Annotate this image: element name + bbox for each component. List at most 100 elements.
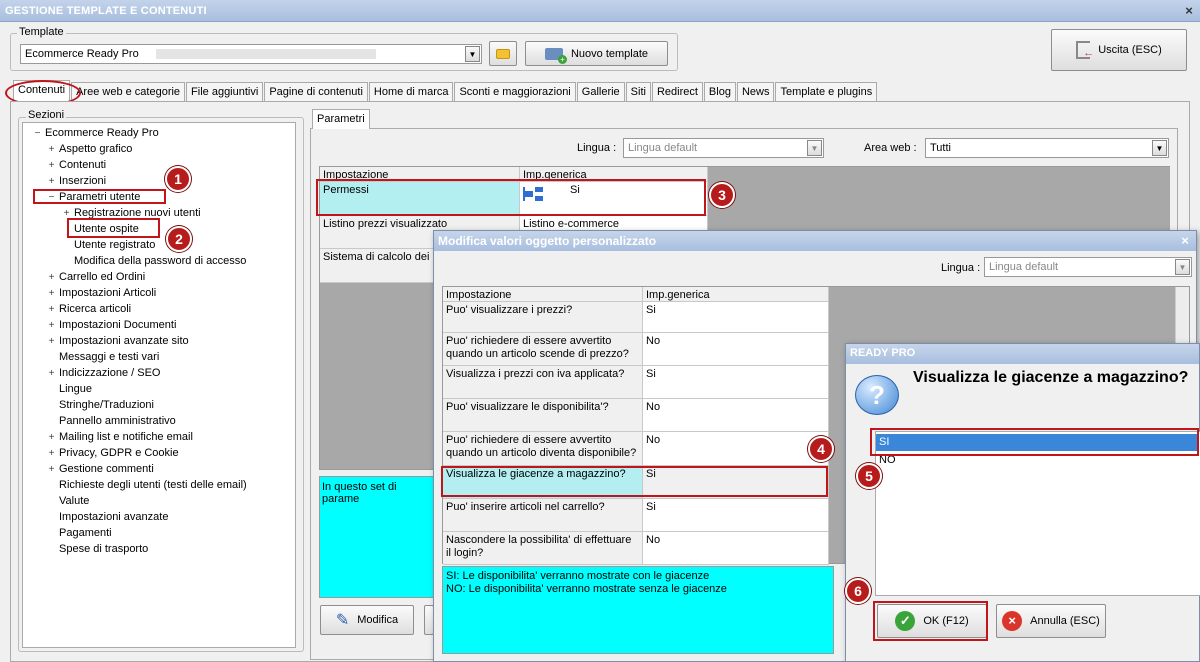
tab-blog[interactable]: Blog: [703, 82, 736, 102]
tab-gallerie[interactable]: Gallerie: [576, 82, 625, 102]
expand-icon[interactable]: +: [47, 464, 56, 475]
ready-question: Visualizza le giacenze a magazzino?: [913, 369, 1189, 386]
option-no[interactable]: NO: [879, 454, 896, 466]
template-select-value: Ecommerce Ready Pro: [25, 48, 139, 60]
tab-siti[interactable]: Siti: [625, 82, 651, 102]
tree-item[interactable]: Modifica della password di accesso: [62, 255, 246, 267]
tree-item[interactable]: Impostazioni avanzate: [47, 511, 168, 523]
tree-item[interactable]: + Gestione commenti: [47, 463, 154, 475]
cancel-icon: ×: [1002, 611, 1023, 631]
custom-row-name[interactable]: Nascondere la possibilita' di effettuare…: [443, 532, 643, 565]
tree-item[interactable]: Pannello amministrativo: [47, 415, 176, 427]
tab-redirect[interactable]: Redirect: [651, 82, 703, 102]
tab-sconti[interactable]: Sconti e maggiorazioni: [454, 82, 576, 102]
collapse-icon[interactable]: −: [33, 128, 42, 139]
tree-item[interactable]: Messaggi e testi vari: [47, 351, 159, 363]
custom-row-value[interactable]: Si: [643, 302, 829, 333]
new-template-button[interactable]: + Nuovo template: [525, 41, 668, 66]
tab-parametri[interactable]: Parametri: [312, 109, 370, 129]
tree-item[interactable]: Spese di trasporto: [47, 543, 148, 555]
tree-item[interactable]: Stringhe/Traduzioni: [47, 399, 154, 411]
chevron-down-icon[interactable]: ▼: [465, 46, 480, 62]
options-list[interactable]: SI NO: [875, 431, 1200, 596]
tree-item[interactable]: Valute: [47, 495, 89, 507]
expand-icon[interactable]: −: [47, 192, 56, 203]
chevron-down-icon[interactable]: ▼: [1175, 259, 1190, 275]
expand-icon[interactable]: +: [47, 368, 56, 379]
tree-item[interactable]: Richieste degli utenti (testi delle emai…: [47, 479, 247, 491]
chevron-down-icon[interactable]: ▼: [807, 140, 822, 156]
chevron-down-icon[interactable]: ▼: [1152, 140, 1167, 156]
close-icon[interactable]: ×: [1178, 234, 1192, 248]
tree-item[interactable]: + Ricerca articoli: [47, 303, 132, 315]
tree-item[interactable]: Utente ospite: [62, 223, 139, 235]
tree-item[interactable]: + Aspetto grafico: [47, 143, 133, 155]
expand-icon[interactable]: +: [47, 288, 56, 299]
custom-row-name[interactable]: Puo' richiedere di essere avvertito quan…: [443, 432, 643, 466]
custom-row-name[interactable]: Puo' visualizzare le disponibilita'?: [443, 399, 643, 432]
tab-template-plugins[interactable]: Template e plugins: [775, 82, 878, 102]
tree-item[interactable]: + Contenuti: [47, 159, 107, 171]
tree-item[interactable]: + Mailing list e notifiche email: [47, 431, 193, 443]
area-web-label: Area web :: [864, 142, 917, 154]
expand-icon[interactable]: +: [47, 160, 56, 171]
custom-row-value[interactable]: Si: [643, 466, 829, 499]
custom-col-impgenerica: Imp.generica: [643, 287, 829, 302]
tree-item[interactable]: + Privacy, GDPR e Cookie: [47, 447, 179, 459]
custom-row-value[interactable]: No: [643, 399, 829, 432]
expand-icon[interactable]: +: [47, 432, 56, 443]
tab-pagine-contenuti[interactable]: Pagine di contenuti: [264, 82, 368, 102]
tree-item[interactable]: + Registrazione nuovi utenti: [62, 207, 201, 219]
expand-icon[interactable]: +: [47, 448, 56, 459]
tree-item[interactable]: + Impostazioni Articoli: [47, 287, 157, 299]
tab-home-marca[interactable]: Home di marca: [368, 82, 454, 102]
custom-row-value[interactable]: No: [643, 333, 829, 366]
dialog-lingua-select[interactable]: Lingua default ▼: [984, 257, 1192, 277]
custom-row-value[interactable]: No: [643, 532, 829, 565]
tree-item-label: Indicizzazione / SEO: [59, 367, 161, 379]
tree-item-label: Pannello amministrativo: [59, 415, 176, 427]
tab-aree-web[interactable]: Aree web e categorie: [71, 82, 186, 102]
new-template-label: Nuovo template: [570, 47, 649, 60]
tree-item[interactable]: + Impostazioni Documenti: [47, 319, 177, 331]
tree-item[interactable]: Lingue: [47, 383, 92, 395]
option-si[interactable]: SI: [876, 434, 1199, 451]
tree-item[interactable]: Utente registrato: [62, 239, 155, 251]
params-row-permessi-value[interactable]: Si: [520, 182, 708, 216]
tree-item[interactable]: Pagamenti: [47, 527, 112, 539]
tree-item[interactable]: + Carrello ed Ordini: [47, 271, 146, 283]
area-web-select[interactable]: Tutti ▼: [925, 138, 1169, 158]
custom-row-name[interactable]: Puo' richiedere di essere avvertito quan…: [443, 333, 643, 366]
expand-icon[interactable]: +: [47, 272, 56, 283]
tab-news[interactable]: News: [736, 82, 775, 102]
tree-root[interactable]: − Ecommerce Ready Pro: [33, 127, 159, 139]
custom-row-value[interactable]: Si: [643, 499, 829, 532]
template-folder-button[interactable]: [489, 41, 517, 66]
close-icon[interactable]: ×: [1182, 4, 1196, 18]
custom-row-value[interactable]: No: [643, 432, 829, 466]
tree-item[interactable]: + Indicizzazione / SEO: [47, 367, 161, 379]
exit-button[interactable]: ← Uscita (ESC): [1051, 29, 1187, 71]
expand-icon[interactable]: +: [47, 320, 56, 331]
expand-icon[interactable]: +: [47, 304, 56, 315]
params-col-impgenerica: Imp.generica: [520, 167, 708, 182]
expand-icon[interactable]: +: [47, 144, 56, 155]
template-select[interactable]: Ecommerce Ready Pro ▼: [20, 44, 482, 64]
custom-row-value[interactable]: Si: [643, 366, 829, 399]
expand-icon[interactable]: +: [47, 336, 56, 347]
custom-row-name[interactable]: Visualizza i prezzi con iva applicata?: [443, 366, 643, 399]
custom-row-name[interactable]: Puo' visualizzare i prezzi?: [443, 302, 643, 333]
tab-file-aggiuntivi[interactable]: File aggiuntivi: [186, 82, 264, 102]
tree-item[interactable]: + Inserzioni: [47, 175, 107, 187]
expand-icon[interactable]: +: [47, 176, 56, 187]
expand-icon[interactable]: +: [62, 208, 71, 219]
lingua-select[interactable]: Lingua default ▼: [623, 138, 824, 158]
modifica-button[interactable]: ✎ Modifica: [320, 605, 414, 635]
cancel-button[interactable]: × Annulla (ESC): [996, 604, 1106, 638]
custom-row-name[interactable]: Visualizza le giacenze a magazzino?: [443, 466, 643, 499]
params-row-permessi-name[interactable]: Permessi: [320, 182, 520, 216]
ok-button[interactable]: ✓ OK (F12): [877, 604, 987, 638]
custom-row-name[interactable]: Puo' inserire articoli nel carrello?: [443, 499, 643, 532]
tree-item[interactable]: + Impostazioni avanzate sito: [47, 335, 189, 347]
tree-item[interactable]: − Parametri utente: [47, 191, 141, 203]
